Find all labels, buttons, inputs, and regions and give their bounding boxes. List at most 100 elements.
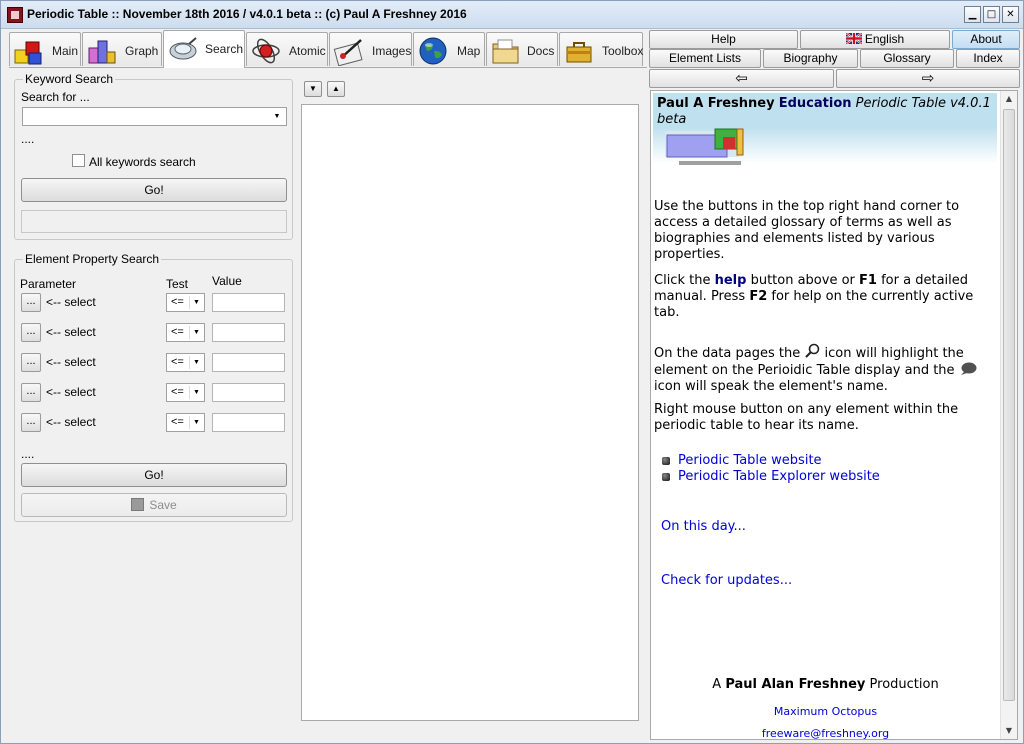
- tab-label: Main: [52, 44, 79, 58]
- scrollbar-thumb[interactable]: [1003, 109, 1015, 701]
- parameter-select-button[interactable]: ...: [21, 293, 41, 312]
- maximize-button[interactable]: □: [983, 6, 1000, 23]
- uk-flag-icon: [845, 33, 862, 44]
- scroll-up-arrow-icon[interactable]: ▲: [1002, 91, 1016, 107]
- magnifier-icon: [169, 37, 197, 60]
- language-button[interactable]: English: [800, 30, 950, 49]
- scroll-up-button[interactable]: ▲: [327, 81, 345, 97]
- tab-docs[interactable]: Docs: [486, 32, 558, 66]
- tab-atomic[interactable]: Atomic: [246, 32, 328, 66]
- parameter-header: Parameter: [20, 277, 77, 291]
- minimize-button[interactable]: ▁: [964, 6, 981, 23]
- close-button[interactable]: ✕: [1002, 6, 1019, 23]
- chevron-down-icon[interactable]: ▼: [189, 416, 203, 429]
- test-combo[interactable]: <= ▼: [166, 413, 205, 432]
- keyword-go-button[interactable]: Go!: [21, 178, 287, 202]
- intro-paragraph: Use the buttons in the top right hand co…: [654, 199, 960, 262]
- tab-main[interactable]: Main: [9, 32, 81, 66]
- value-input[interactable]: [212, 323, 285, 342]
- production-credit: A Paul Alan Freshney Production: [651, 677, 1000, 692]
- value-input[interactable]: [212, 383, 285, 402]
- keyword-result-field: [21, 210, 287, 233]
- graph-icon: [88, 40, 116, 64]
- f2-key: F2: [749, 289, 768, 304]
- right-click-paragraph: Right mouse button on any element within…: [654, 402, 959, 433]
- biography-button[interactable]: Biography: [763, 49, 858, 68]
- tab-label: Atomic: [289, 44, 326, 58]
- banner-author: Paul A Freshney: [657, 96, 775, 111]
- tab-toolbox[interactable]: Toolbox: [559, 32, 643, 66]
- parameter-label: <-- select: [46, 295, 96, 309]
- forward-button[interactable]: ⇨: [836, 69, 1020, 88]
- chevron-down-icon[interactable]: ▼: [270, 110, 284, 123]
- chevron-down-icon[interactable]: ▼: [189, 386, 203, 399]
- info-scrollbar[interactable]: ▲ ▼: [1000, 91, 1017, 739]
- on-this-day-link[interactable]: On this day...: [661, 519, 746, 534]
- parameter-select-button[interactable]: ...: [21, 413, 41, 432]
- test-combo[interactable]: <= ▼: [166, 293, 205, 312]
- test-value: <=: [171, 326, 184, 338]
- all-keywords-checkbox[interactable]: [72, 154, 85, 167]
- all-keywords-label: All keywords search: [89, 155, 196, 169]
- email-link[interactable]: freeware@freshney.org: [651, 727, 1000, 739]
- company-link[interactable]: Maximum Octopus: [651, 705, 1000, 718]
- app-icon: [7, 7, 23, 23]
- help-text-2: button above or: [750, 273, 855, 288]
- production-text-2: Production: [869, 677, 939, 692]
- floppy-icon: [131, 498, 145, 511]
- value-input[interactable]: [212, 293, 285, 312]
- icons-text-1: On the data pages the: [654, 346, 801, 361]
- toolbox-icon: [566, 42, 592, 63]
- globe-icon: [419, 37, 447, 65]
- test-value: <=: [171, 386, 184, 398]
- value-input[interactable]: [212, 353, 285, 372]
- help-paragraph: Click the help button above or F1 for a …: [654, 273, 994, 321]
- value-header: Value: [212, 274, 242, 288]
- atom-icon: [252, 38, 280, 64]
- results-list[interactable]: [301, 104, 639, 721]
- periodic-table-website-link[interactable]: Periodic Table website: [678, 453, 822, 468]
- about-button[interactable]: About: [952, 30, 1020, 49]
- search-for-label: Search for ...: [21, 90, 90, 104]
- glossary-button[interactable]: Glossary: [860, 49, 954, 68]
- keyword-combo[interactable]: ▼: [22, 107, 287, 126]
- tab-graph[interactable]: Graph: [82, 32, 162, 66]
- main-tabs: Main Graph Search Atomic Images Map Docs…: [9, 30, 643, 68]
- bullet-icon: [662, 457, 670, 465]
- chevron-down-icon[interactable]: ▼: [189, 326, 203, 339]
- keyword-search-group: Keyword Search Search for ... ▼ .... All…: [14, 72, 293, 240]
- keyword-status: ....: [21, 132, 35, 146]
- check-updates-link[interactable]: Check for updates...: [661, 573, 792, 588]
- parameter-select-button[interactable]: ...: [21, 383, 41, 402]
- scroll-down-button[interactable]: ▼: [304, 81, 322, 97]
- about-banner: Paul A Freshney Education Periodic Table…: [653, 93, 997, 127]
- production-text-1: A: [712, 677, 722, 692]
- explorer-website-link[interactable]: Periodic Table Explorer website: [678, 469, 880, 484]
- value-input[interactable]: [212, 413, 285, 432]
- folder-icon: [492, 39, 519, 64]
- element-lists-button[interactable]: Element Lists: [649, 49, 761, 68]
- banner-education: Education: [778, 96, 852, 111]
- tab-map[interactable]: Map: [413, 32, 485, 66]
- test-combo[interactable]: <= ▼: [166, 383, 205, 402]
- parameter-select-button[interactable]: ...: [21, 353, 41, 372]
- test-header: Test: [166, 277, 189, 291]
- test-combo[interactable]: <= ▼: [166, 353, 205, 372]
- back-button[interactable]: ⇦: [649, 69, 834, 88]
- tab-label: Search: [205, 42, 244, 56]
- test-combo[interactable]: <= ▼: [166, 323, 205, 342]
- tab-search[interactable]: Search: [163, 30, 245, 68]
- periodic-table-logo: [653, 127, 997, 165]
- parameter-select-button[interactable]: ...: [21, 323, 41, 342]
- chevron-down-icon[interactable]: ▼: [189, 296, 203, 309]
- chevron-down-icon[interactable]: ▼: [189, 356, 203, 369]
- index-button[interactable]: Index: [956, 49, 1020, 68]
- images-icon: [333, 39, 363, 66]
- help-button[interactable]: Help: [649, 30, 798, 49]
- tab-images[interactable]: Images: [329, 32, 412, 66]
- save-button[interactable]: Save: [21, 493, 287, 517]
- parameter-label: <-- select: [46, 325, 96, 339]
- save-label: Save: [149, 498, 177, 512]
- property-go-button[interactable]: Go!: [21, 463, 287, 487]
- scroll-down-arrow-icon[interactable]: ▼: [1002, 723, 1016, 739]
